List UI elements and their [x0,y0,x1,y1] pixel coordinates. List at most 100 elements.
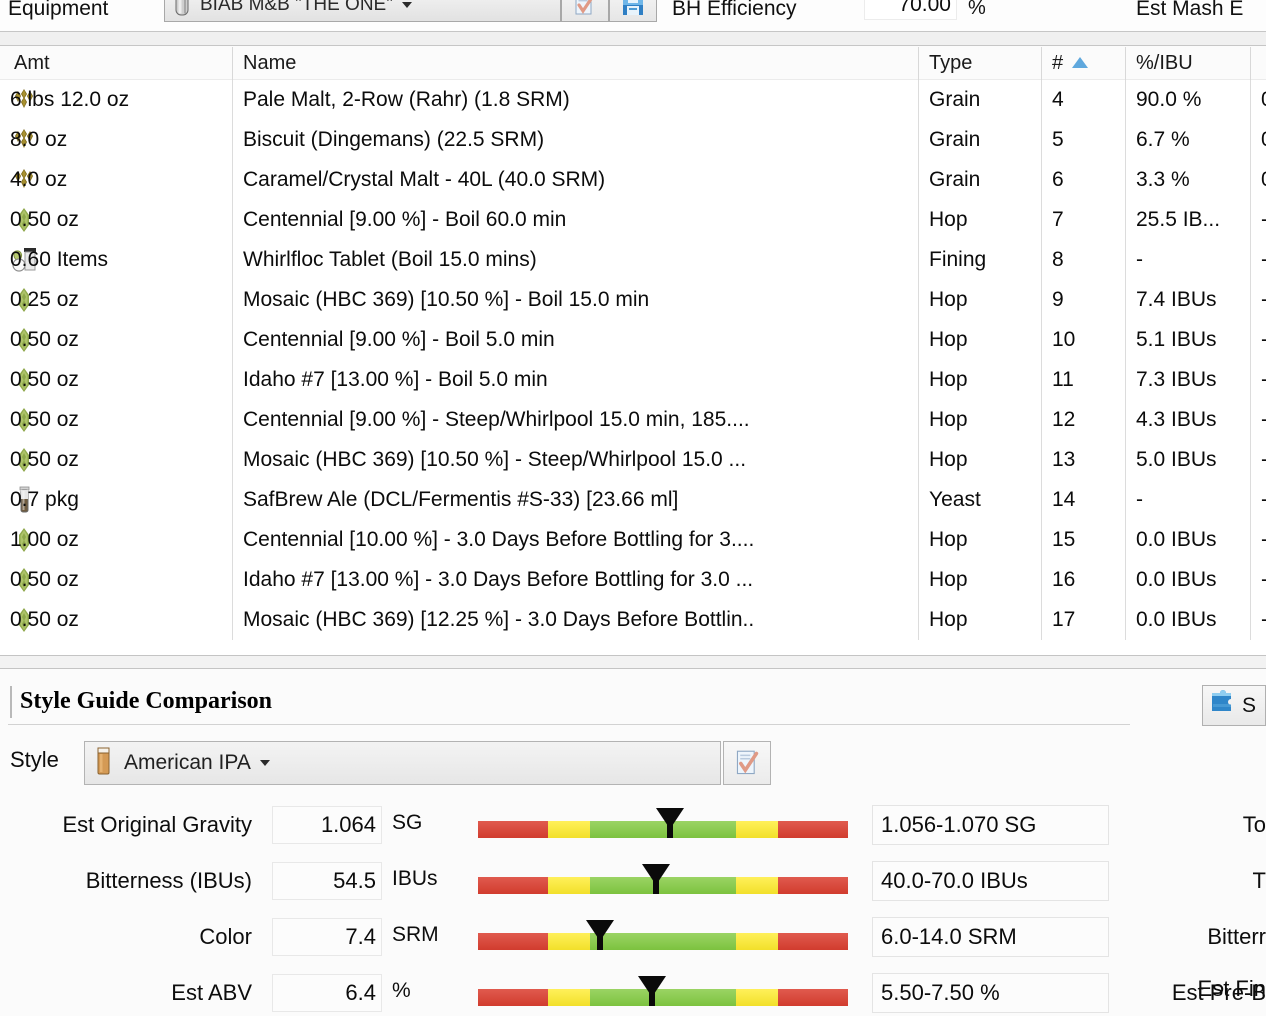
table-row[interactable]: 0.50 oz Centennial [9.00 %] - Steep/Whirl… [0,400,1266,440]
cell-pct-ibu: 0.0 IBUs [1125,520,1250,560]
column-header-number[interactable]: # [1041,47,1125,80]
comparison-value[interactable]: 54.5 [272,862,382,900]
style-guide-panel: Style Guide Comparison S Style American … [0,669,1266,1016]
cell-name: Whirlfloc Tablet (Boil 15.0 mins) [232,240,918,280]
comparison-right-label: Bitterr [1207,924,1266,949]
cell-type: Grain [918,160,1041,200]
range-segment-low-red [478,877,548,894]
range-segment-high-yellow [736,877,778,894]
cell-pct-ibu: 5.1 IBUs [1125,320,1250,360]
cell-type: Hop [918,440,1041,480]
comparison-value[interactable]: 7.4 [272,918,382,956]
cell-type: Hop [918,200,1041,240]
table-row[interactable]: 0.50 oz Idaho #7 [13.00 %] - 3.0 Days Bef… [0,560,1266,600]
cell-number: 15 [1041,520,1125,560]
table-row[interactable]: 0.50 oz Mosaic (HBC 369) [12.25 %] - 3.0 … [0,600,1266,640]
range-indicator [478,808,848,838]
comparison-right-label: T [1252,868,1266,893]
cell-amount: 0.50 oz [10,208,79,231]
table-row[interactable]: 0.7 pkg SafBrew Ale (DCL/Fermentis #S-33)… [0,480,1266,520]
sort-ascending-icon[interactable] [1072,56,1089,68]
style-selector-row: Style American IPA [0,741,1266,789]
style-guide-action-button[interactable]: S [1202,685,1266,726]
brewing-recipe-window: Equipment BIAB M&B "THE ONE" BH Efficien… [0,0,1266,1016]
cell-number: 4 [1041,80,1125,120]
range-segment-high-red [778,877,848,894]
table-row[interactable]: 4.0 oz Caramel/Crystal Malt - 40L (40.0 S… [0,160,1266,200]
equipment-check-button[interactable] [561,0,609,22]
cell-name: Centennial [9.00 %] - Boil 60.0 min [232,200,918,240]
cell-amount: 0.50 oz [10,448,79,471]
table-row[interactable]: 1.00 oz Centennial [10.00 %] - 3.0 Days B… [0,520,1266,560]
table-row[interactable]: 0.50 oz Centennial [9.00 %] - Boil 5.0 mi… [0,320,1266,360]
range-segment-high-yellow [736,821,778,838]
cell-pct-ibu: 6.7 % [1125,120,1250,160]
cell-extra: - [1250,400,1266,440]
equipment-value: BIAB M&B "THE ONE" [200,0,393,15]
style-check-button[interactable] [723,741,771,785]
cell-number: 11 [1041,360,1125,400]
cell-pct-ibu: - [1125,480,1250,520]
table-row[interactable]: 0.50 oz Centennial [9.00 %] - Boil 60.0 m… [0,200,1266,240]
style-guide-title-rule [8,724,1130,725]
cell-amount: 6 lbs 12.0 oz [10,88,130,111]
table-row[interactable]: 0.25 oz Mosaic (HBC 369) [10.50 %] - Boil… [0,280,1266,320]
puzzle-piece-icon [1210,690,1235,721]
column-header-pct-ibu[interactable]: %/IBU [1125,47,1250,80]
style-dropdown[interactable]: American IPA [84,741,721,785]
equipment-dropdown[interactable]: BIAB M&B "THE ONE" [164,0,561,22]
style-chevron-down-icon [259,760,270,766]
style-comparison-row: Color 7.4 SRM 6.0-14.0 SRM Bitterr [0,909,1266,965]
comparison-label: Est ABV [171,980,252,1005]
cell-extra: - [1250,240,1266,280]
range-segment-low-red [478,933,548,950]
comparison-value[interactable]: 1.064 [272,806,382,844]
table-row[interactable]: 8.0 oz Biscuit (Dingemans) (22.5 SRM) Grai… [0,120,1266,160]
column-header-name[interactable]: Name [232,47,918,80]
comparison-right-label: To [1242,812,1266,837]
range-segment-high-red [778,933,848,950]
cell-amount: 0.50 oz [10,408,79,431]
cell-name: Centennial [9.00 %] - Boil 5.0 min [232,320,918,360]
cell-amount: 8.0 oz [10,128,68,151]
range-marker [656,808,685,838]
cell-extra: 0 [1250,160,1266,200]
chevron-down-icon [401,2,412,8]
comparison-style-range[interactable]: 6.0-14.0 SRM [872,917,1109,957]
comparison-style-range[interactable]: 40.0-70.0 IBUs [872,861,1109,901]
cell-name: Mosaic (HBC 369) [10.50 %] - Boil 15.0 m… [232,280,918,320]
cell-number: 17 [1041,600,1125,640]
column-header-amt[interactable]: Amt [0,47,232,80]
cell-extra: - [1250,280,1266,320]
cell-pct-ibu: 90.0 % [1125,80,1250,120]
range-segment-low-yellow [548,989,590,1006]
cell-name: SafBrew Ale (DCL/Fermentis #S-33) [23.66… [232,480,918,520]
bh-efficiency-input[interactable]: 70.00 [864,0,957,20]
equipment-save-button[interactable] [609,0,657,22]
cell-name: Idaho #7 [13.00 %] - 3.0 Days Before Bot… [232,560,918,600]
range-segment-low-yellow [548,821,590,838]
style-comparison-row: Est ABV 6.4% 5.50-7.50 % Est Pre-B [0,965,1266,1016]
bh-efficiency-unit: % [968,0,986,19]
comparison-style-range[interactable]: 1.056-1.070 SG [872,805,1109,845]
table-row[interactable]: 0.50 oz Idaho #7 [13.00 %] - Boil 5.0 min… [0,360,1266,400]
table-row[interactable]: 0.50 oz Mosaic (HBC 369) [10.50 %] - Stee… [0,440,1266,480]
est-mash-label: Est Mash E [1136,0,1244,20]
table-row[interactable]: 6 lbs 12.0 oz Pale Malt, 2-Row (Rahr) (1.… [0,80,1266,120]
style-comparison-row: Bitterness (IBUs) 54.5 IBUs 40.0-70.0 IBUs T [0,853,1266,909]
cell-type: Hop [918,520,1041,560]
range-marker [637,976,666,1006]
range-indicator [478,976,848,1006]
comparison-unit: % [392,979,411,1002]
beer-glass-icon [94,746,113,781]
cell-type: Hop [918,280,1041,320]
cell-type: Grain [918,80,1041,120]
comparison-value[interactable]: 6.4 [272,974,382,1012]
cell-extra: - [1250,560,1266,600]
table-row[interactable]: 0.60 Items Whirlfloc Tablet (Boil 15.0 mi… [0,240,1266,280]
cell-number: 10 [1041,320,1125,360]
column-header-extra[interactable] [1250,47,1266,80]
cell-type: Hop [918,400,1041,440]
column-header-type[interactable]: Type [918,47,1041,80]
comparison-style-range[interactable]: 5.50-7.50 % [872,973,1109,1013]
